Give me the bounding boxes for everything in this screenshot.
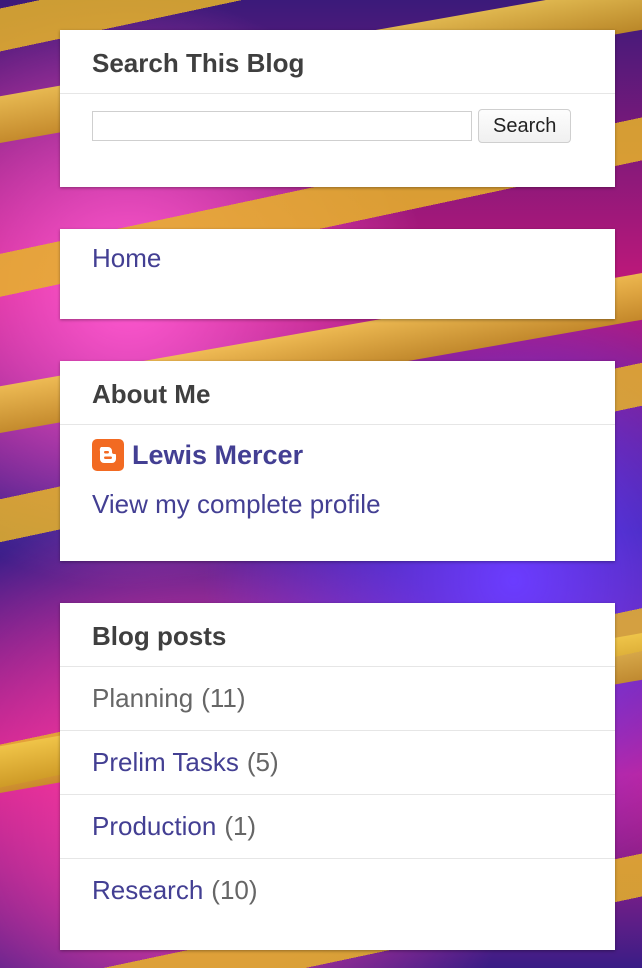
- label-count: (11): [201, 683, 246, 713]
- search-widget: Search This Blog Search: [60, 30, 615, 187]
- profile-name-link[interactable]: Lewis Mercer: [132, 440, 303, 471]
- label-count: (1): [224, 811, 257, 841]
- search-input[interactable]: [92, 111, 472, 141]
- search-widget-title: Search This Blog: [60, 30, 615, 94]
- labels-widget: Blog posts Planning (11) Prelim Tasks (5…: [60, 603, 615, 950]
- view-profile-link[interactable]: View my complete profile: [60, 471, 615, 520]
- label-item: Planning (11): [60, 667, 615, 731]
- search-row: Search: [60, 94, 615, 143]
- about-me-widget: About Me Lewis Mercer View my complete p…: [60, 361, 615, 561]
- label-link[interactable]: Prelim Tasks: [92, 747, 239, 778]
- search-button[interactable]: Search: [478, 109, 572, 143]
- labels-widget-title: Blog posts: [60, 603, 615, 667]
- label-item: Prelim Tasks (5): [60, 731, 615, 795]
- label-count: (5): [246, 747, 279, 777]
- label-link[interactable]: Research: [92, 875, 203, 906]
- labels-list: Planning (11) Prelim Tasks (5) Productio…: [60, 667, 615, 922]
- about-me-title: About Me: [60, 361, 615, 425]
- home-link[interactable]: Home: [60, 229, 615, 288]
- label-item: Research (10): [60, 859, 615, 922]
- profile-row: Lewis Mercer: [60, 425, 615, 471]
- blogger-icon: [92, 439, 124, 471]
- pages-widget: Home: [60, 229, 615, 319]
- label-count: (10): [211, 875, 258, 905]
- label-item: Production (1): [60, 795, 615, 859]
- label-link[interactable]: Production: [92, 811, 216, 842]
- label-name: Planning: [92, 683, 194, 713]
